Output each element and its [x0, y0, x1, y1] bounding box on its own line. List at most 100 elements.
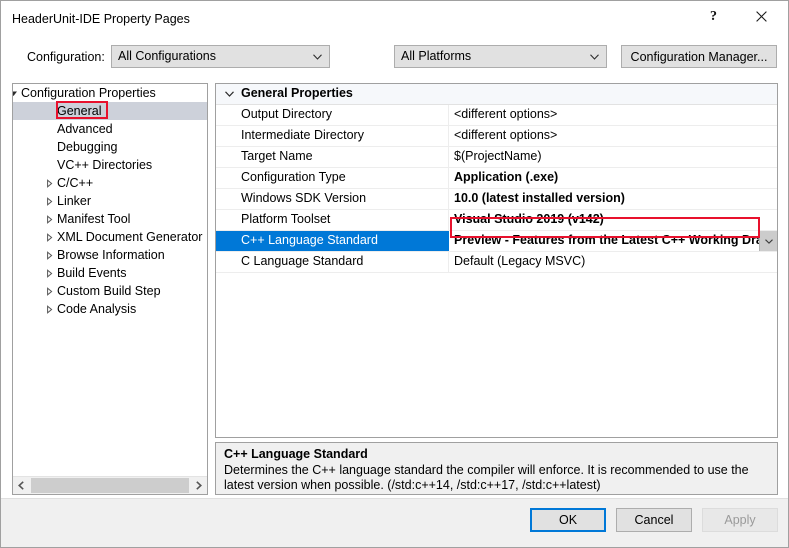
tree-item-debugging[interactable]: Debugging — [13, 138, 207, 156]
tree-item-label: General — [57, 104, 102, 118]
tree-item-custom-build-step[interactable]: Custom Build Step — [13, 282, 207, 300]
property-value: <different options> — [454, 107, 558, 121]
close-icon — [756, 11, 767, 22]
tree-item-xml-document-generator[interactable]: XML Document Generator — [13, 228, 207, 246]
description-body: Determines the C++ language standard the… — [224, 463, 749, 492]
tree-horizontal-scrollbar[interactable] — [13, 476, 207, 494]
column-divider — [448, 252, 449, 272]
column-divider — [448, 147, 449, 167]
window-title: HeaderUnit-IDE Property Pages — [12, 12, 190, 26]
triangle-right-icon[interactable] — [41, 282, 57, 300]
scroll-thumb[interactable] — [31, 478, 189, 493]
tree-item-build-events[interactable]: Build Events — [13, 264, 207, 282]
tree-item-advanced[interactable]: Advanced — [13, 120, 207, 138]
tree-item-label: Custom Build Step — [57, 284, 161, 298]
triangle-right-icon[interactable] — [41, 210, 57, 228]
tree-item-label: Manifest Tool — [57, 212, 131, 226]
triangle-right-icon[interactable] — [41, 246, 57, 264]
tree-item-label: Configuration Properties — [21, 86, 156, 100]
chevron-left-icon — [18, 481, 24, 490]
triangle-right-icon[interactable] — [41, 300, 57, 318]
configuration-manager-button[interactable]: Configuration Manager... — [621, 45, 777, 68]
property-pages-dialog: HeaderUnit-IDE Property Pages ? Configur… — [0, 0, 789, 548]
property-row[interactable]: Output Directory <different options> — [216, 105, 777, 126]
tree-item-label: Advanced — [57, 122, 113, 136]
triangle-down-icon[interactable] — [13, 84, 21, 102]
property-name: Configuration Type — [241, 170, 346, 184]
property-value: <different options> — [454, 128, 558, 142]
column-divider — [448, 210, 449, 230]
property-value-editor[interactable]: Preview - Features from the Latest C++ W… — [449, 231, 777, 251]
triangle-right-icon[interactable] — [41, 228, 57, 246]
tree-item-label: VC++ Directories — [57, 158, 153, 172]
dialog-footer: OK Cancel Apply — [1, 498, 788, 547]
tree-item-label: Build Events — [57, 266, 127, 280]
property-name: C++ Language Standard — [241, 233, 378, 247]
scroll-right-button[interactable] — [190, 477, 207, 494]
property-value: Preview - Features from the Latest C++ W… — [454, 233, 772, 247]
tree-item-label: XML Document Generator — [57, 230, 203, 244]
tree-item-linker[interactable]: Linker — [13, 192, 207, 210]
property-value: Visual Studio 2019 (v142) — [454, 212, 604, 226]
tree-item-label: Debugging — [57, 140, 118, 154]
property-row[interactable]: Platform Toolset Visual Studio 2019 (v142… — [216, 210, 777, 231]
property-row[interactable]: C Language Standard Default (Legacy MSVC) — [216, 252, 777, 273]
configuration-dropdown-value: All Configurations — [118, 49, 216, 63]
column-divider — [448, 189, 449, 209]
column-divider — [448, 105, 449, 125]
property-row[interactable]: Target Name $(ProjectName) — [216, 147, 777, 168]
property-name: Platform Toolset — [241, 212, 331, 226]
property-grid-section-header[interactable]: General Properties — [216, 84, 777, 105]
tree-items-container: Configuration Properties General Advanced D… — [13, 84, 207, 476]
property-value: 10.0 (latest installed version) — [454, 191, 625, 205]
property-value: Default (Legacy MSVC) — [454, 254, 586, 268]
cancel-button[interactable]: Cancel — [616, 508, 692, 532]
chevron-down-icon — [313, 54, 322, 60]
tree-item-vc-directories[interactable]: VC++ Directories — [13, 156, 207, 174]
tree-item-general[interactable]: General — [13, 102, 207, 120]
property-row[interactable]: Intermediate Directory <different options… — [216, 126, 777, 147]
configuration-bar: Configuration: All Configurations Platfo… — [1, 37, 788, 75]
column-divider — [448, 126, 449, 146]
configuration-dropdown[interactable]: All Configurations — [111, 45, 330, 68]
triangle-right-icon[interactable] — [41, 264, 57, 282]
chevron-down-icon[interactable] — [221, 84, 237, 104]
title-bar: HeaderUnit-IDE Property Pages ? — [1, 1, 788, 37]
property-name: Target Name — [241, 149, 313, 163]
property-name: Output Directory — [241, 107, 333, 121]
description-pane: C++ Language Standard Determines the C++… — [215, 442, 778, 495]
triangle-right-icon[interactable] — [41, 174, 57, 192]
tree-item-browse-information[interactable]: Browse Information — [13, 246, 207, 264]
configuration-label: Configuration: — [27, 50, 105, 64]
property-row[interactable]: Windows SDK Version 10.0 (latest installe… — [216, 189, 777, 210]
tree-item-configuration-properties[interactable]: Configuration Properties — [13, 84, 207, 102]
platform-dropdown-value: All Platforms — [401, 49, 472, 63]
chevron-right-icon — [196, 481, 202, 490]
configuration-properties-tree: Configuration Properties General Advanced D… — [12, 83, 208, 495]
property-name: C Language Standard — [241, 254, 364, 268]
tree-item-manifest-tool[interactable]: Manifest Tool — [13, 210, 207, 228]
property-value: Application (.exe) — [454, 170, 559, 184]
triangle-right-icon[interactable] — [41, 192, 57, 210]
platform-dropdown[interactable]: All Platforms — [394, 45, 607, 68]
chevron-down-icon — [590, 54, 599, 60]
apply-button: Apply — [702, 508, 778, 532]
help-button[interactable]: ? — [691, 1, 736, 32]
tree-item-label: C/C++ — [57, 176, 94, 190]
property-value: $(ProjectName) — [454, 149, 542, 163]
property-name: Windows SDK Version — [241, 191, 367, 205]
property-row[interactable]: C++ Language Standard Preview - Features … — [216, 231, 777, 252]
tree-item-code-analysis[interactable]: Code Analysis — [13, 300, 207, 318]
ok-button[interactable]: OK — [530, 508, 606, 532]
property-name: Intermediate Directory — [241, 128, 364, 142]
scroll-left-button[interactable] — [13, 477, 30, 494]
close-button[interactable] — [739, 1, 784, 32]
chevron-down-icon[interactable] — [759, 231, 777, 251]
question-mark-icon: ? — [710, 8, 717, 24]
column-divider — [448, 168, 449, 188]
tree-item-label: Browse Information — [57, 248, 165, 262]
property-grid-rows: Output Directory <different options> Inter… — [216, 105, 777, 273]
property-row[interactable]: Configuration Type Application (.exe) — [216, 168, 777, 189]
tree-item-c-c[interactable]: C/C++ — [13, 174, 207, 192]
tree-item-label: Code Analysis — [57, 302, 137, 316]
